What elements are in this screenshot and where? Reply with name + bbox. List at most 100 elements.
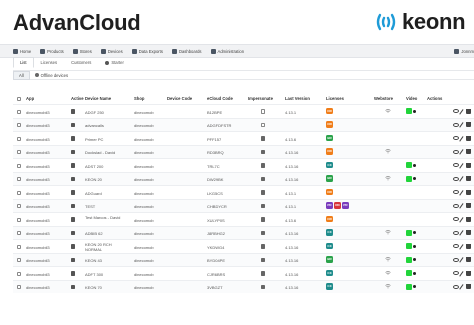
user-menu[interactable]: Jonnm bbox=[454, 48, 474, 54]
edit-icon[interactable] bbox=[459, 243, 464, 249]
edit-icon[interactable] bbox=[459, 230, 464, 236]
row-checkbox[interactable] bbox=[17, 258, 21, 262]
device-name-cell[interactable]: ADST 200 bbox=[85, 164, 103, 169]
device-name-cell[interactable]: ADFT 300 bbox=[85, 272, 103, 277]
edit-icon[interactable] bbox=[459, 135, 464, 141]
device-name-cell[interactable]: TEST bbox=[85, 204, 95, 209]
impersonate-checkbox[interactable] bbox=[261, 230, 266, 236]
col-licenses[interactable]: Licenses bbox=[326, 96, 344, 101]
impersonate-checkbox[interactable] bbox=[261, 244, 266, 249]
delete-icon[interactable] bbox=[466, 257, 471, 263]
device-name-cell[interactable]: KEON 70 bbox=[85, 285, 102, 290]
row-checkbox[interactable] bbox=[17, 177, 21, 181]
select-all-checkbox[interactable] bbox=[17, 96, 21, 101]
row-checkbox[interactable] bbox=[17, 271, 21, 276]
impersonate-checkbox[interactable] bbox=[261, 109, 266, 114]
nav-item-devices[interactable]: Devices bbox=[100, 48, 123, 54]
edit-icon[interactable] bbox=[459, 149, 464, 155]
impersonate-checkbox[interactable] bbox=[261, 163, 266, 168]
edit-icon[interactable] bbox=[459, 257, 464, 263]
nav-item-data-exports[interactable]: Data Exports bbox=[131, 48, 163, 54]
view-icon[interactable] bbox=[453, 230, 459, 235]
view-icon[interactable] bbox=[453, 176, 459, 181]
view-icon[interactable] bbox=[453, 284, 459, 289]
view-icon[interactable] bbox=[453, 257, 459, 262]
edit-icon[interactable] bbox=[459, 122, 464, 128]
row-checkbox[interactable] bbox=[17, 190, 21, 195]
edit-icon[interactable] bbox=[459, 270, 464, 276]
filter-offline-devices[interactable]: Offline devices bbox=[30, 72, 73, 79]
impersonate-checkbox[interactable] bbox=[261, 122, 266, 128]
tab-licenses[interactable]: Licenses bbox=[34, 57, 65, 68]
impersonate-checkbox[interactable] bbox=[261, 149, 266, 155]
view-icon[interactable] bbox=[453, 217, 459, 221]
delete-icon[interactable] bbox=[466, 176, 471, 182]
edit-icon[interactable] bbox=[459, 203, 464, 209]
device-name-cell[interactable]: KEON 43 bbox=[85, 258, 102, 263]
edit-icon[interactable] bbox=[459, 176, 464, 182]
nav-item-home[interactable]: Home bbox=[13, 48, 31, 54]
col-device-code[interactable]: Device Code bbox=[167, 96, 192, 101]
impersonate-checkbox[interactable] bbox=[261, 136, 266, 141]
view-icon[interactable] bbox=[453, 109, 459, 113]
delete-icon[interactable] bbox=[466, 284, 471, 290]
nav-item-products[interactable]: Products bbox=[40, 48, 64, 54]
device-name-cell[interactable]: ADGuard bbox=[85, 191, 102, 196]
device-name-cell[interactable]: Test Marcos - David bbox=[85, 215, 129, 220]
row-checkbox[interactable] bbox=[17, 204, 21, 208]
impersonate-checkbox[interactable] bbox=[261, 176, 266, 182]
delete-icon[interactable] bbox=[466, 162, 471, 168]
device-name-cell[interactable]: KEON 20 RCH NORMAL bbox=[85, 242, 129, 252]
impersonate-checkbox[interactable] bbox=[261, 257, 266, 263]
impersonate-checkbox[interactable] bbox=[261, 203, 266, 209]
row-checkbox[interactable] bbox=[17, 285, 21, 289]
view-icon[interactable] bbox=[453, 271, 459, 275]
col-app[interactable]: App bbox=[26, 96, 34, 101]
delete-icon[interactable] bbox=[466, 189, 471, 195]
impersonate-checkbox[interactable] bbox=[261, 271, 266, 276]
view-icon[interactable] bbox=[453, 190, 459, 194]
filter-all[interactable]: All bbox=[13, 70, 30, 80]
col-shop[interactable]: Shop bbox=[134, 96, 144, 101]
impersonate-checkbox[interactable] bbox=[261, 284, 266, 290]
impersonate-checkbox[interactable] bbox=[261, 217, 266, 222]
delete-icon[interactable] bbox=[466, 270, 471, 276]
col-device-name[interactable]: Device Name bbox=[85, 96, 111, 101]
device-name-cell[interactable]: KEON 20 bbox=[85, 177, 102, 182]
edit-icon[interactable] bbox=[459, 162, 464, 168]
delete-icon[interactable] bbox=[466, 149, 471, 155]
col-last-version[interactable]: Last Version bbox=[285, 96, 310, 101]
nav-item-dashboards[interactable]: Dashboards bbox=[171, 48, 202, 54]
row-checkbox[interactable] bbox=[17, 123, 21, 127]
delete-icon[interactable] bbox=[466, 122, 471, 128]
edit-icon[interactable] bbox=[459, 284, 464, 290]
tab-customers[interactable]: Customers bbox=[64, 57, 98, 68]
tab-starter[interactable]: Starter bbox=[98, 57, 131, 68]
device-name-cell[interactable]: ADBIB 62 bbox=[85, 231, 103, 236]
col-webstore[interactable]: Webstore bbox=[374, 96, 393, 101]
edit-icon[interactable] bbox=[459, 108, 464, 114]
row-checkbox[interactable] bbox=[17, 244, 21, 249]
device-name-cell[interactable]: ADGF 250 bbox=[85, 110, 104, 115]
view-icon[interactable] bbox=[453, 149, 459, 154]
col-actions[interactable]: Actions bbox=[427, 96, 442, 101]
impersonate-checkbox[interactable] bbox=[261, 190, 266, 195]
row-checkbox[interactable] bbox=[17, 136, 21, 141]
view-icon[interactable] bbox=[453, 163, 459, 167]
row-checkbox[interactable] bbox=[17, 109, 21, 114]
row-checkbox[interactable] bbox=[17, 217, 21, 222]
col-active[interactable]: Active bbox=[71, 96, 84, 101]
nav-item-administration[interactable]: Administration bbox=[210, 48, 244, 54]
view-icon[interactable] bbox=[453, 136, 459, 140]
delete-icon[interactable] bbox=[466, 243, 471, 249]
col-ecloud-code[interactable]: eCloud Code bbox=[207, 96, 233, 101]
device-name-cell[interactable]: advancalls bbox=[85, 123, 104, 128]
view-icon[interactable] bbox=[453, 244, 459, 248]
delete-icon[interactable] bbox=[466, 203, 471, 209]
device-name-cell[interactable]: Dockslad - David bbox=[85, 150, 115, 155]
row-checkbox[interactable] bbox=[17, 150, 21, 154]
edit-icon[interactable] bbox=[459, 189, 464, 195]
col-impersonate[interactable]: Impersonate bbox=[248, 96, 273, 101]
delete-icon[interactable] bbox=[466, 216, 471, 222]
delete-icon[interactable] bbox=[466, 135, 471, 141]
